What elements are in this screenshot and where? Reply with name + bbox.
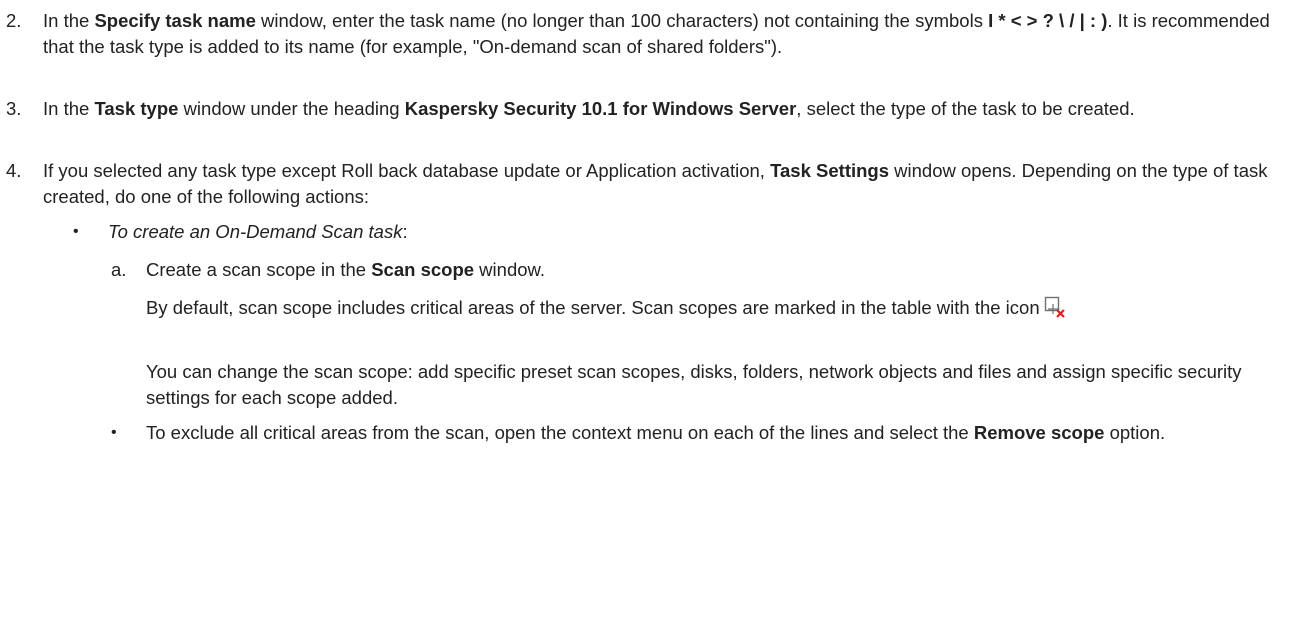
bullet-text: To create an On-Demand Scan task: <box>108 221 408 242</box>
scan-scope-paragraph: By default, scan scope includes critical… <box>146 295 1286 325</box>
document-page: 2. In the Specify task name window, ente… <box>0 0 1297 618</box>
scan-scope-icon <box>1044 296 1066 325</box>
change-scope-paragraph: You can change the scan scope: add speci… <box>146 361 1242 408</box>
window-name: Specify task name <box>94 10 256 31</box>
step-number: 4. <box>6 160 22 181</box>
window-name: Scan scope <box>371 259 475 280</box>
step-number: 3. <box>6 98 22 119</box>
step-number: 2. <box>6 10 22 31</box>
window-name: Task type <box>94 98 179 119</box>
step-text: In the Specify task name window, enter t… <box>43 10 1270 57</box>
bullet-symbol: • <box>111 424 117 441</box>
step-text: If you selected any task type except Rol… <box>43 160 1268 207</box>
bullet-symbol: • <box>73 223 79 240</box>
product-name: Kaspersky Security 10.1 for Windows Serv… <box>404 98 797 119</box>
substep-letter: a. <box>111 259 127 280</box>
substep-text: Create a scan scope in the Scan scope wi… <box>146 259 546 280</box>
window-name: Task Settings <box>770 160 890 181</box>
forbidden-symbols: I * < > ? \ / | : ) <box>988 10 1108 31</box>
bullet-text: To exclude all critical areas from the s… <box>146 422 1166 443</box>
option-name: Remove scope <box>973 422 1105 443</box>
step-text: In the Task type window under the headin… <box>43 98 1135 119</box>
